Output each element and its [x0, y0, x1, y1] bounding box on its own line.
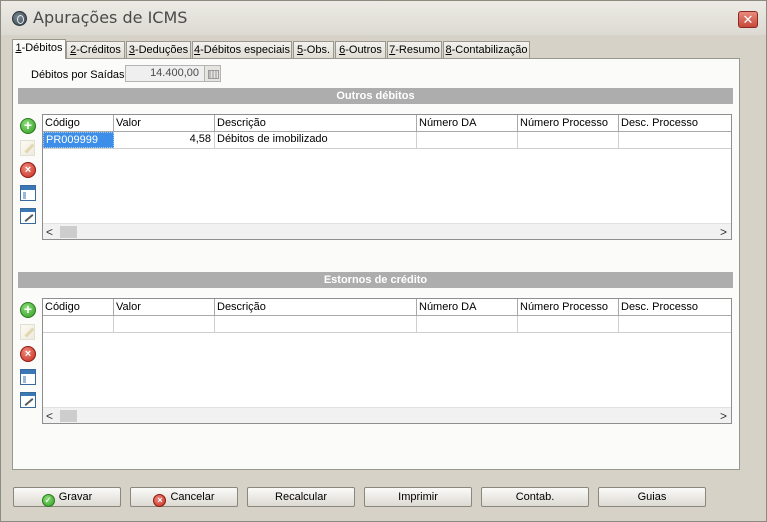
- app-logo-icon: [12, 11, 27, 26]
- add-icon: +: [20, 302, 36, 318]
- col-numero-processo[interactable]: Número Processo: [518, 299, 619, 316]
- contab-button[interactable]: Contab.: [481, 487, 589, 507]
- cell-numero-processo[interactable]: [518, 132, 619, 148]
- tab-debitos[interactable]: 1-Débitos: [12, 39, 66, 59]
- table-row[interactable]: PR009999 4,58 Débitos de imobilizado: [43, 132, 731, 149]
- tab-creditos[interactable]: 2-Créditos: [66, 41, 125, 59]
- tab-resumo[interactable]: 7-Resumo: [387, 41, 442, 59]
- cell-desc-processo[interactable]: [619, 316, 731, 332]
- cell-numero-processo[interactable]: [518, 316, 619, 332]
- col-numero-da[interactable]: Número DA: [417, 115, 518, 132]
- col-numero-da[interactable]: Número DA: [417, 299, 518, 316]
- delete-estornos-button[interactable]: ×: [20, 346, 37, 363]
- cell-desc-processo[interactable]: [619, 132, 731, 148]
- check-icon: ✓: [41, 494, 55, 507]
- cell-codigo[interactable]: [43, 316, 114, 332]
- col-valor[interactable]: Valor: [114, 115, 215, 132]
- cancelar-button[interactable]: × Cancelar: [130, 487, 238, 507]
- imprimir-button[interactable]: Imprimir: [364, 487, 472, 507]
- horizontal-scrollbar[interactable]: < >: [43, 407, 731, 423]
- tab-obs[interactable]: 5-Obs.: [293, 41, 334, 59]
- edit-icon: [20, 324, 35, 340]
- outros-debitos-header: Outros débitos: [18, 88, 733, 104]
- col-codigo[interactable]: Código: [43, 115, 114, 132]
- delete-icon: ×: [20, 162, 36, 178]
- window-icon: [20, 185, 36, 201]
- scroll-right-icon[interactable]: >: [720, 225, 727, 239]
- cell-descricao[interactable]: Débitos de imobilizado: [215, 132, 417, 148]
- delete-icon: ×: [20, 346, 36, 362]
- estornos-credito-grid[interactable]: Código Valor Descrição Número DA Número …: [42, 298, 732, 424]
- horizontal-scrollbar[interactable]: < >: [43, 223, 731, 239]
- guias-button[interactable]: Guias: [598, 487, 706, 507]
- debitos-saidas-label: Débitos por Saídas: [31, 69, 125, 81]
- edit-outros-debitos-button[interactable]: [20, 140, 37, 157]
- scroll-left-icon[interactable]: <: [46, 225, 53, 239]
- tab-contabilizacao[interactable]: 8-Contabilização: [443, 41, 530, 59]
- pencil-outros-debitos-button[interactable]: [20, 208, 37, 225]
- recalcular-button[interactable]: Recalcular: [247, 487, 355, 507]
- scroll-thumb[interactable]: [60, 226, 77, 238]
- tab-debitos-especiais[interactable]: 4-Débitos especiais: [192, 41, 292, 59]
- col-desc-processo[interactable]: Desc. Processo: [619, 299, 731, 316]
- scroll-left-icon[interactable]: <: [46, 409, 53, 423]
- pencil-window-icon: [20, 208, 36, 224]
- window-icon: [20, 369, 36, 385]
- window-outros-debitos-button[interactable]: [20, 185, 37, 202]
- tab-outros[interactable]: 6-Outros: [335, 41, 386, 59]
- cell-numero-da[interactable]: [417, 132, 518, 148]
- table-row[interactable]: [43, 316, 731, 333]
- outros-debitos-grid[interactable]: Código Valor Descrição Número DA Número …: [42, 114, 732, 240]
- pencil-window-icon: [20, 392, 36, 408]
- scroll-right-icon[interactable]: >: [720, 409, 727, 423]
- col-descricao[interactable]: Descrição: [215, 115, 417, 132]
- col-numero-processo[interactable]: Número Processo: [518, 115, 619, 132]
- tab-content-debitos: Débitos por Saídas 14.400,00 Outros débi…: [12, 58, 740, 470]
- window-title: Apurações de ICMS: [33, 8, 188, 27]
- cell-descricao[interactable]: [215, 316, 417, 332]
- edit-icon: [20, 140, 35, 156]
- window-estornos-button[interactable]: [20, 369, 37, 386]
- cell-numero-da[interactable]: [417, 316, 518, 332]
- cell-valor[interactable]: [114, 316, 215, 332]
- delete-outros-debitos-button[interactable]: ×: [20, 162, 37, 179]
- cell-codigo[interactable]: PR009999: [43, 132, 114, 148]
- tab-deducoes[interactable]: 3-Deduções: [126, 41, 191, 59]
- col-descricao[interactable]: Descrição: [215, 299, 417, 316]
- gravar-button[interactable]: ✓ Gravar: [13, 487, 121, 507]
- col-valor[interactable]: Valor: [114, 299, 215, 316]
- add-estornos-button[interactable]: +: [20, 302, 37, 319]
- pencil-estornos-button[interactable]: [20, 392, 37, 409]
- title-bar[interactable]: Apurações de ICMS ✕: [1, 1, 766, 35]
- scroll-thumb[interactable]: [60, 410, 77, 422]
- grid-header: Código Valor Descrição Número DA Número …: [43, 115, 731, 132]
- grid-header: Código Valor Descrição Número DA Número …: [43, 299, 731, 316]
- calculator-icon[interactable]: [204, 65, 221, 82]
- edit-estornos-button[interactable]: [20, 324, 37, 341]
- add-icon: +: [20, 118, 36, 134]
- apuracoes-icms-window: Apurações de ICMS ✕ 1-Débitos 2-Créditos…: [0, 0, 767, 522]
- col-desc-processo[interactable]: Desc. Processo: [619, 115, 731, 132]
- close-button[interactable]: ✕: [738, 11, 758, 28]
- cell-valor[interactable]: 4,58: [114, 132, 215, 148]
- cancel-icon: ×: [153, 494, 167, 507]
- add-outros-debitos-button[interactable]: +: [20, 118, 37, 135]
- col-codigo[interactable]: Código: [43, 299, 114, 316]
- estornos-credito-header: Estornos de crédito: [18, 272, 733, 288]
- debitos-saidas-field[interactable]: 14.400,00: [125, 65, 205, 82]
